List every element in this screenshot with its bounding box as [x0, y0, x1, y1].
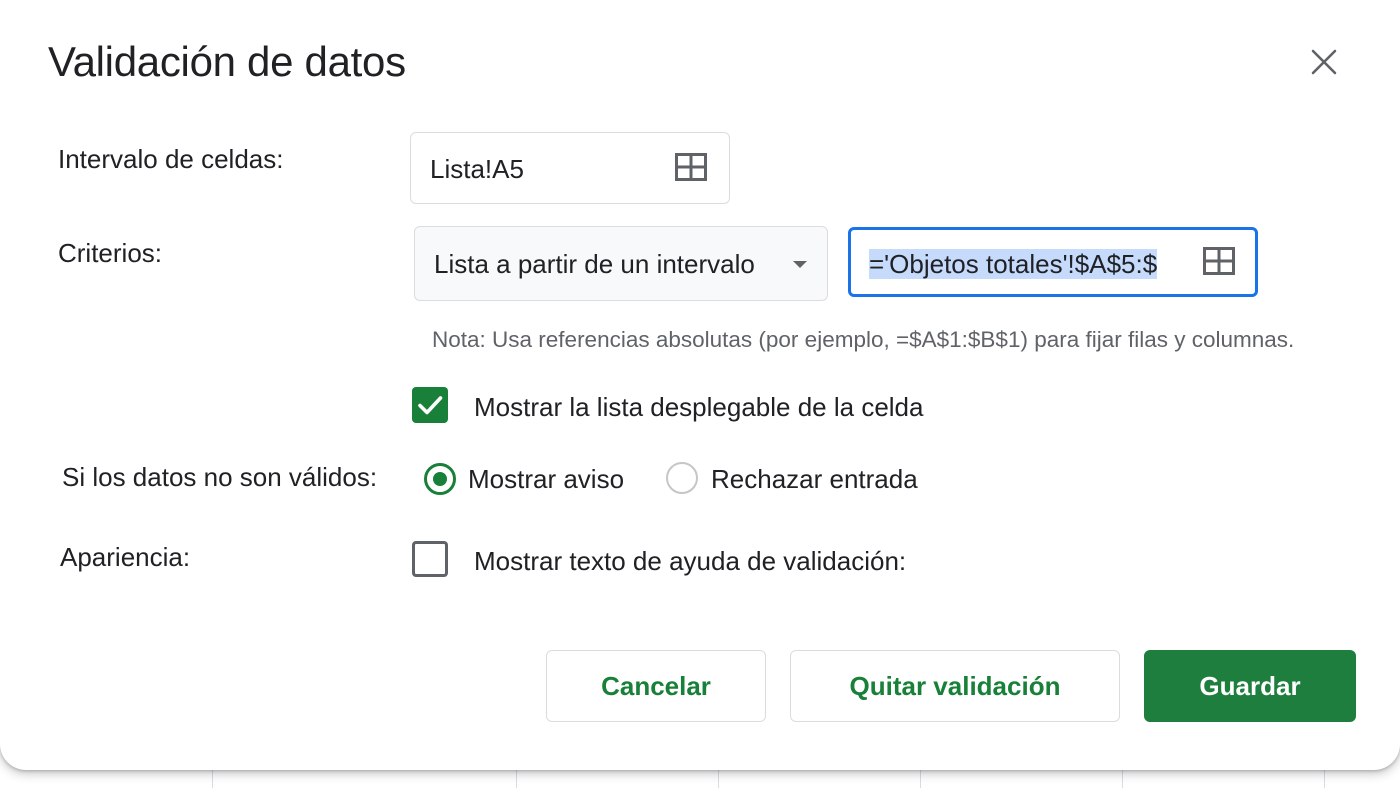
criteria-type-value: Lista a partir de un intervalo	[434, 249, 755, 279]
grid-select-icon[interactable]	[1203, 247, 1235, 275]
chevron-down-icon	[793, 261, 807, 268]
save-button[interactable]: Guardar	[1144, 650, 1356, 722]
help-text-label[interactable]: Mostrar texto de ayuda de validación:	[474, 546, 906, 577]
cancel-button[interactable]: Cancelar	[546, 650, 766, 722]
criteria-label: Criterios:	[58, 238, 163, 268]
data-validation-dialog: Validación de datos Intervalo de celdas:…	[0, 0, 1400, 770]
invalid-data-label: Si los datos no son válidos:	[62, 462, 378, 492]
cell-range-label: Intervalo de celdas:	[58, 144, 284, 174]
criteria-range-value: ='Objetos totales'!$A$5:$	[869, 249, 1158, 279]
cell-range-input[interactable]: Lista!A5	[410, 132, 730, 204]
remove-validation-button[interactable]: Quitar validación	[790, 650, 1120, 722]
checkmark-icon	[418, 396, 443, 415]
criteria-range-text-clip: ='Objetos totales'!$A$5:$	[869, 247, 1173, 281]
grid-select-icon[interactable]	[675, 153, 707, 181]
appearance-label: Apariencia:	[60, 542, 191, 572]
criteria-type-select[interactable]: Lista a partir de un intervalo	[414, 226, 828, 301]
close-icon	[1311, 49, 1337, 75]
absolute-reference-note: Nota: Usa referencias absolutas (por eje…	[432, 327, 1295, 352]
show-dropdown-label[interactable]: Mostrar la lista desplegable de la celda	[474, 392, 923, 423]
help-text-checkbox[interactable]	[412, 541, 448, 577]
cell-range-value: Lista!A5	[430, 154, 524, 184]
reject-input-label[interactable]: Rechazar entrada	[711, 464, 918, 495]
show-dropdown-checkbox[interactable]	[412, 387, 448, 423]
dialog-title: Validación de datos	[48, 38, 406, 85]
show-warning-label[interactable]: Mostrar aviso	[468, 464, 624, 495]
close-button[interactable]	[1300, 38, 1348, 86]
criteria-range-input[interactable]: ='Objetos totales'!$A$5:$	[848, 227, 1258, 297]
reject-input-radio[interactable]	[666, 462, 698, 494]
show-warning-radio[interactable]	[424, 463, 456, 495]
